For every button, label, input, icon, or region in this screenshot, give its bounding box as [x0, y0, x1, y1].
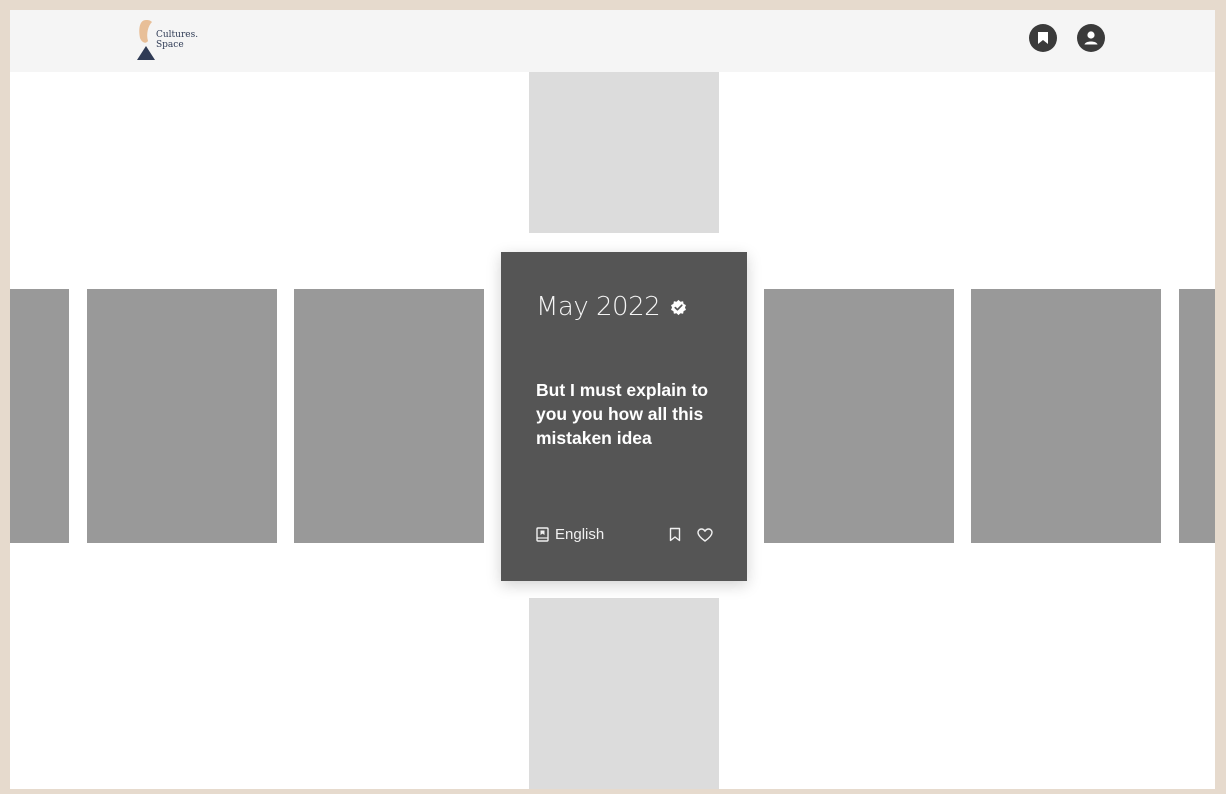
- card-tile-bottom[interactable]: [529, 598, 719, 789]
- card-tile-left-edge[interactable]: [10, 289, 69, 543]
- card-language-label: English: [555, 526, 605, 543]
- card-actions: [669, 527, 713, 542]
- page-frame: Cultures. Space May 2022 But I must expl…: [10, 10, 1215, 789]
- brand-logo[interactable]: Cultures. Space: [136, 16, 226, 60]
- card-tile-top[interactable]: [529, 72, 719, 233]
- bookmark-icon: [1038, 32, 1048, 44]
- card-tile-right-1[interactable]: [764, 289, 954, 543]
- card-like-button[interactable]: [697, 527, 713, 542]
- card-footer: English: [536, 526, 713, 543]
- top-navigation-bar: Cultures. Space: [10, 10, 1215, 72]
- card-tile-left-2[interactable]: [87, 289, 277, 543]
- header-actions: [1029, 24, 1105, 52]
- card-date: May 2022: [536, 292, 661, 322]
- bookmark-icon: [669, 527, 681, 542]
- user-account-button[interactable]: [1077, 24, 1105, 52]
- verified-badge-icon: [671, 299, 687, 315]
- logo-mark-icon: [137, 20, 155, 60]
- user-account-icon: [1084, 31, 1098, 45]
- card-tile-left-1[interactable]: [294, 289, 484, 543]
- card-quote: But I must explain to you you how all th…: [536, 380, 709, 448]
- card-date-row: May 2022: [536, 292, 687, 322]
- book-icon: [536, 527, 549, 542]
- card-tile-right-edge[interactable]: [1179, 289, 1215, 543]
- card-bookmark-button[interactable]: [669, 527, 681, 542]
- card-language[interactable]: English: [536, 526, 604, 543]
- brand-name: Cultures. Space: [156, 30, 199, 50]
- heart-icon: [697, 527, 713, 542]
- card-tile-right-2[interactable]: [971, 289, 1161, 543]
- saved-items-button[interactable]: [1029, 24, 1057, 52]
- featured-card[interactable]: May 2022 But I must explain to you you h…: [501, 252, 747, 581]
